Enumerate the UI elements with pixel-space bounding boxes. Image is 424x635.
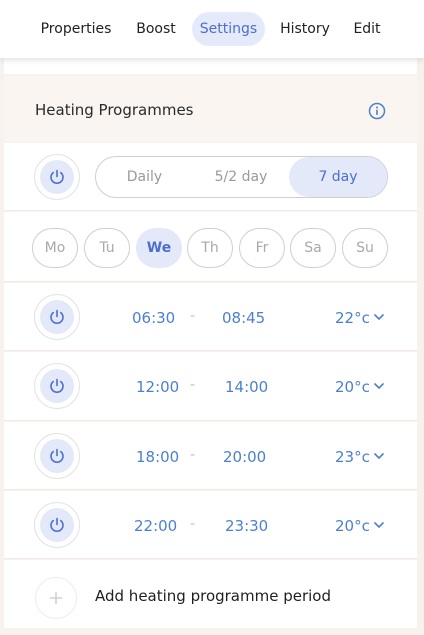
- period-row: 12:00 - 14:00 20°c: [4, 352, 417, 421]
- period-separator: -: [190, 377, 196, 393]
- mode-row: Daily 5/2 day 7 day: [4, 143, 417, 211]
- period-row: 06:30 - 08:45 22°c: [4, 283, 417, 351]
- chevron-down-icon[interactable]: [373, 521, 385, 529]
- power-button-bg: [40, 508, 74, 542]
- chevron-down-icon[interactable]: [373, 382, 385, 390]
- power-button-bg: [40, 369, 74, 403]
- power-button-bg: [40, 439, 74, 473]
- period-row: 22:00 - 23:30 20°c: [4, 491, 417, 559]
- power-icon: [50, 448, 64, 463]
- period-row: 18:00 - 20:00 23°c: [4, 422, 417, 490]
- period-power-button[interactable]: [34, 433, 80, 479]
- period-end-time[interactable]: 23:30: [225, 517, 268, 535]
- top-tab-bar: Properties Boost Settings History Edit: [0, 0, 424, 58]
- section-title: Heating Programmes: [35, 101, 194, 119]
- tab-history[interactable]: History: [274, 12, 336, 46]
- period-power-button[interactable]: [34, 363, 80, 409]
- power-icon: [50, 378, 64, 393]
- previous-card-edge: [4, 58, 417, 74]
- period-end-time[interactable]: 08:45: [222, 309, 265, 327]
- day-selector-row: Mo Tu We Th Fr Sa Su: [4, 212, 417, 282]
- power-icon: [50, 517, 64, 532]
- power-button-bg: [40, 160, 74, 194]
- day-th[interactable]: Th: [187, 228, 233, 268]
- mode-daily[interactable]: Daily: [96, 157, 193, 197]
- period-start-time[interactable]: 22:00: [134, 517, 177, 535]
- day-su[interactable]: Su: [342, 228, 388, 268]
- period-temperature[interactable]: 23°c: [335, 448, 370, 466]
- chevron-down-icon[interactable]: [373, 452, 385, 460]
- tab-settings[interactable]: Settings: [192, 12, 265, 46]
- period-separator: -: [190, 447, 196, 463]
- info-icon[interactable]: [368, 102, 386, 120]
- mode-7-day[interactable]: 7 day: [289, 157, 387, 197]
- period-power-button[interactable]: [34, 502, 80, 548]
- heating-programmes-header: Heating Programmes: [4, 76, 417, 142]
- day-mo[interactable]: Mo: [32, 228, 78, 268]
- tab-properties[interactable]: Properties: [30, 12, 122, 46]
- period-temperature[interactable]: 20°c: [335, 517, 370, 535]
- plus-icon: [50, 592, 62, 604]
- mode-5-2-day[interactable]: 5/2 day: [193, 157, 289, 197]
- tab-edit[interactable]: Edit: [344, 12, 390, 46]
- add-period-button[interactable]: [35, 577, 77, 619]
- add-period-row[interactable]: Add heating programme period: [4, 560, 417, 628]
- period-end-time[interactable]: 20:00: [223, 448, 266, 466]
- day-tu[interactable]: Tu: [84, 228, 130, 268]
- period-separator: -: [190, 516, 196, 532]
- schedule-mode-selector: Daily 5/2 day 7 day: [95, 156, 388, 198]
- period-temperature[interactable]: 22°c: [335, 309, 370, 327]
- period-start-time[interactable]: 18:00: [136, 448, 179, 466]
- period-start-time[interactable]: 06:30: [132, 309, 175, 327]
- day-we[interactable]: We: [136, 228, 182, 268]
- period-power-button[interactable]: [34, 294, 80, 340]
- tab-boost[interactable]: Boost: [128, 12, 184, 46]
- power-button-bg: [40, 300, 74, 334]
- power-icon: [50, 309, 64, 324]
- mode-power-button[interactable]: [34, 154, 80, 200]
- add-period-label[interactable]: Add heating programme period: [95, 587, 331, 605]
- day-fr[interactable]: Fr: [239, 228, 285, 268]
- day-sa[interactable]: Sa: [290, 228, 336, 268]
- chevron-down-icon[interactable]: [373, 313, 385, 321]
- period-separator: -: [190, 308, 196, 324]
- period-temperature[interactable]: 20°c: [335, 378, 370, 396]
- power-icon: [50, 169, 64, 184]
- period-start-time[interactable]: 12:00: [136, 378, 179, 396]
- period-end-time[interactable]: 14:00: [225, 378, 268, 396]
